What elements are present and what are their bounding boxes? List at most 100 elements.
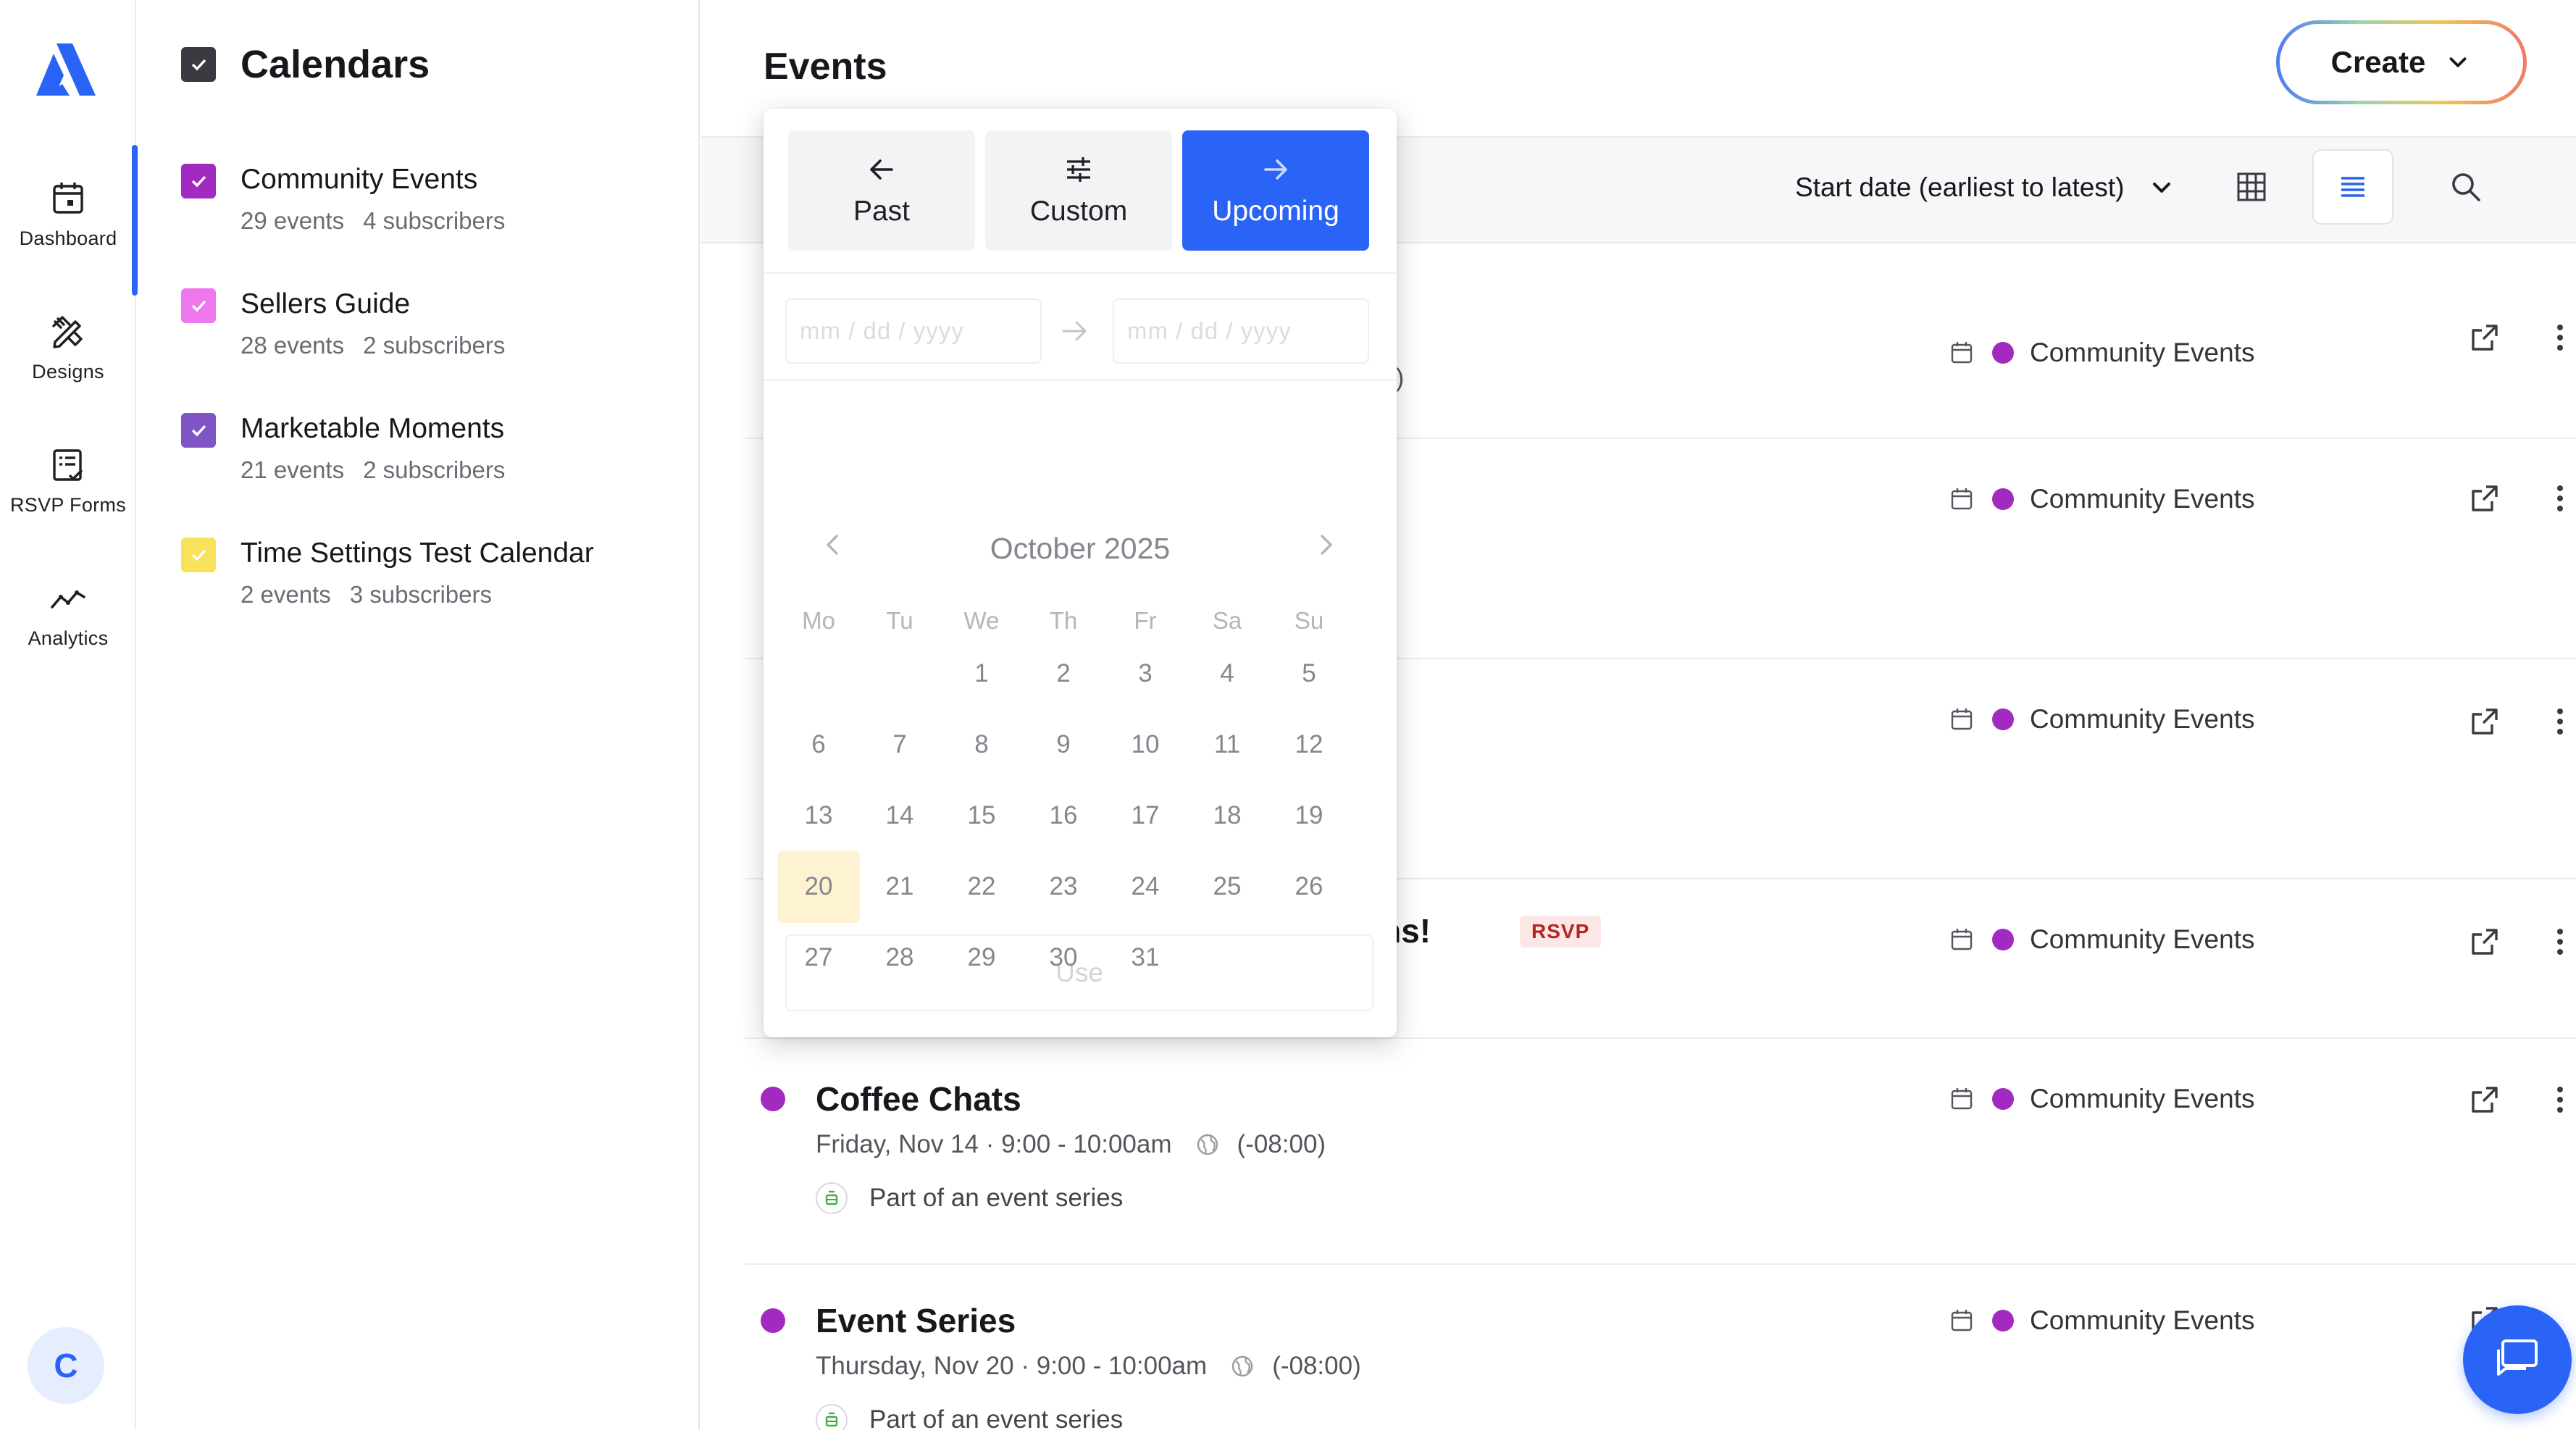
calendar-checkbox[interactable] — [181, 288, 216, 323]
user-avatar[interactable]: C — [28, 1327, 104, 1404]
calendar-color-dot — [1992, 488, 2014, 510]
grid-view-button[interactable] — [2230, 165, 2273, 209]
sort-dropdown[interactable]: Start date (earliest to latest) — [1795, 172, 2176, 203]
calendar-day[interactable]: 16 — [1022, 779, 1105, 852]
more-options-icon[interactable] — [2546, 320, 2575, 355]
calendar-day[interactable]: 17 — [1104, 779, 1187, 852]
calendar-day[interactable]: 29 — [940, 921, 1023, 994]
select-all-checkbox[interactable] — [181, 47, 216, 82]
nav-dashboard[interactable]: Dashboard — [0, 178, 136, 250]
weekday-label: Th — [1049, 607, 1078, 634]
calendar-day[interactable]: 5 — [1268, 637, 1350, 710]
calendar-day[interactable]: 2 — [1022, 637, 1105, 710]
calendar-day[interactable]: 24 — [1104, 850, 1187, 923]
create-button[interactable]: Create — [2276, 20, 2527, 104]
calendar-day-today[interactable]: 20 — [777, 850, 860, 923]
more-options-icon[interactable] — [2546, 1082, 2575, 1117]
weekday-label: Fr — [1134, 607, 1157, 634]
open-external-icon[interactable] — [2467, 320, 2502, 355]
event-calendar-name: Community Events — [2030, 924, 2255, 954]
calendar-day[interactable]: 26 — [1268, 850, 1350, 923]
grid-icon — [2237, 172, 2266, 201]
series-icon — [816, 1404, 848, 1430]
calendar-item-community-events[interactable]: Community Events 29 events 4 subscribers — [181, 161, 505, 235]
arrow-left-icon — [870, 159, 893, 180]
calendar-day[interactable]: 30 — [1022, 921, 1105, 994]
event-timezone: (-08:00) — [1272, 1352, 1361, 1380]
calendar-day[interactable]: 7 — [858, 708, 941, 781]
popover-divider — [764, 380, 1397, 381]
calendar-checkbox[interactable] — [181, 164, 216, 198]
calendar-day[interactable]: 10 — [1104, 708, 1187, 781]
calendar-icon — [1951, 929, 1973, 950]
calendar-day[interactable]: 31 — [1104, 921, 1187, 994]
form-icon — [53, 449, 83, 481]
event-row-event-series[interactable]: Event Series Thursday, Nov 20 · 9:00 - 1… — [745, 1265, 2576, 1430]
calendar-day[interactable]: 27 — [777, 921, 860, 994]
search-button[interactable] — [2444, 165, 2488, 209]
nav-rsvp-forms[interactable]: RSVP Forms — [0, 445, 136, 517]
nav-analytics[interactable]: Analytics — [0, 578, 136, 650]
calendar-checkbox[interactable] — [181, 413, 216, 448]
open-external-icon[interactable] — [2467, 704, 2502, 739]
more-options-icon[interactable] — [2546, 924, 2575, 959]
upcoming-filter-button[interactable]: Upcoming — [1182, 130, 1369, 251]
weekday-label: Su — [1294, 607, 1324, 634]
active-nav-indicator — [132, 145, 138, 296]
calendar-day[interactable]: 19 — [1268, 779, 1350, 852]
calendar-day[interactable]: 14 — [858, 779, 941, 852]
calendar-item-marketable-moments[interactable]: Marketable Moments 21 events 2 subscriber… — [181, 410, 505, 484]
calendar-color-dot — [1992, 1310, 2014, 1331]
calendar-day[interactable]: 12 — [1268, 708, 1350, 781]
calendar-day[interactable]: 8 — [940, 708, 1023, 781]
calendar-day[interactable]: 3 — [1104, 637, 1187, 710]
open-external-icon[interactable] — [2467, 924, 2502, 959]
list-view-button[interactable] — [2312, 149, 2393, 225]
custom-filter-button[interactable]: Custom — [985, 130, 1172, 251]
calendar-subscriber-count: 2 subscribers — [363, 456, 506, 483]
event-calendar-name: Community Events — [2030, 704, 2255, 734]
calendar-day[interactable]: 9 — [1022, 708, 1105, 781]
chat-support-button[interactable] — [2463, 1305, 2572, 1414]
event-calendar-name: Community Events — [2030, 1305, 2255, 1335]
calendar-day[interactable]: 4 — [1186, 637, 1268, 710]
calendar-day[interactable]: 18 — [1186, 779, 1268, 852]
end-date-input[interactable]: mm / dd / yyyy — [1113, 298, 1369, 364]
calendar-day[interactable]: 22 — [940, 850, 1023, 923]
calendar-icon — [1951, 1088, 1973, 1110]
open-external-icon[interactable] — [2467, 1082, 2502, 1117]
calendar-day[interactable]: 28 — [858, 921, 941, 994]
calendar-subscriber-count: 2 subscribers — [363, 332, 506, 359]
nav-rsvp-forms-label: RSVP Forms — [9, 494, 127, 516]
search-icon — [2452, 173, 2480, 201]
sort-label: Start date (earliest to latest) — [1795, 172, 2125, 202]
app-logo-icon[interactable] — [35, 41, 97, 99]
calendar-day[interactable]: 13 — [777, 779, 860, 852]
calendar-day[interactable]: 6 — [777, 708, 860, 781]
check-icon — [191, 425, 206, 437]
event-calendar-name: Community Events — [2030, 484, 2255, 514]
globe-icon — [1231, 1355, 1253, 1377]
event-row-coffee-chats[interactable]: Coffee Chats Friday, Nov 14 · 9:00 - 10:… — [745, 1039, 2576, 1265]
calendar-item-time-settings-test[interactable]: Time Settings Test Calendar 2 events 3 su… — [181, 535, 594, 609]
calendar-day[interactable]: 21 — [858, 850, 941, 923]
past-filter-button[interactable]: Past — [788, 130, 975, 251]
calendar-day[interactable]: 25 — [1186, 850, 1268, 923]
calendar-day[interactable]: 23 — [1022, 850, 1105, 923]
calendar-name: Marketable Moments — [241, 413, 505, 444]
calendar-checkbox[interactable] — [181, 538, 216, 572]
calendar-item-sellers-guide[interactable]: Sellers Guide 28 events 2 subscribers — [181, 285, 505, 359]
arrow-right-icon — [1264, 159, 1287, 180]
more-options-icon[interactable] — [2546, 704, 2575, 739]
event-calendar: Community Events — [1949, 704, 2255, 735]
open-external-icon[interactable] — [2467, 481, 2502, 516]
chevron-down-icon — [2449, 57, 2467, 67]
calendar-day[interactable]: 1 — [940, 637, 1023, 710]
next-month-icon[interactable] — [1311, 530, 1340, 559]
more-options-icon[interactable] — [2546, 481, 2575, 516]
nav-designs[interactable]: Designs — [0, 311, 136, 383]
calendar-day[interactable]: 15 — [940, 779, 1023, 852]
start-date-input[interactable]: mm / dd / yyyy — [785, 298, 1042, 364]
calendar-day[interactable]: 11 — [1186, 708, 1268, 781]
event-timezone: (-08:00) — [1237, 1130, 1326, 1158]
